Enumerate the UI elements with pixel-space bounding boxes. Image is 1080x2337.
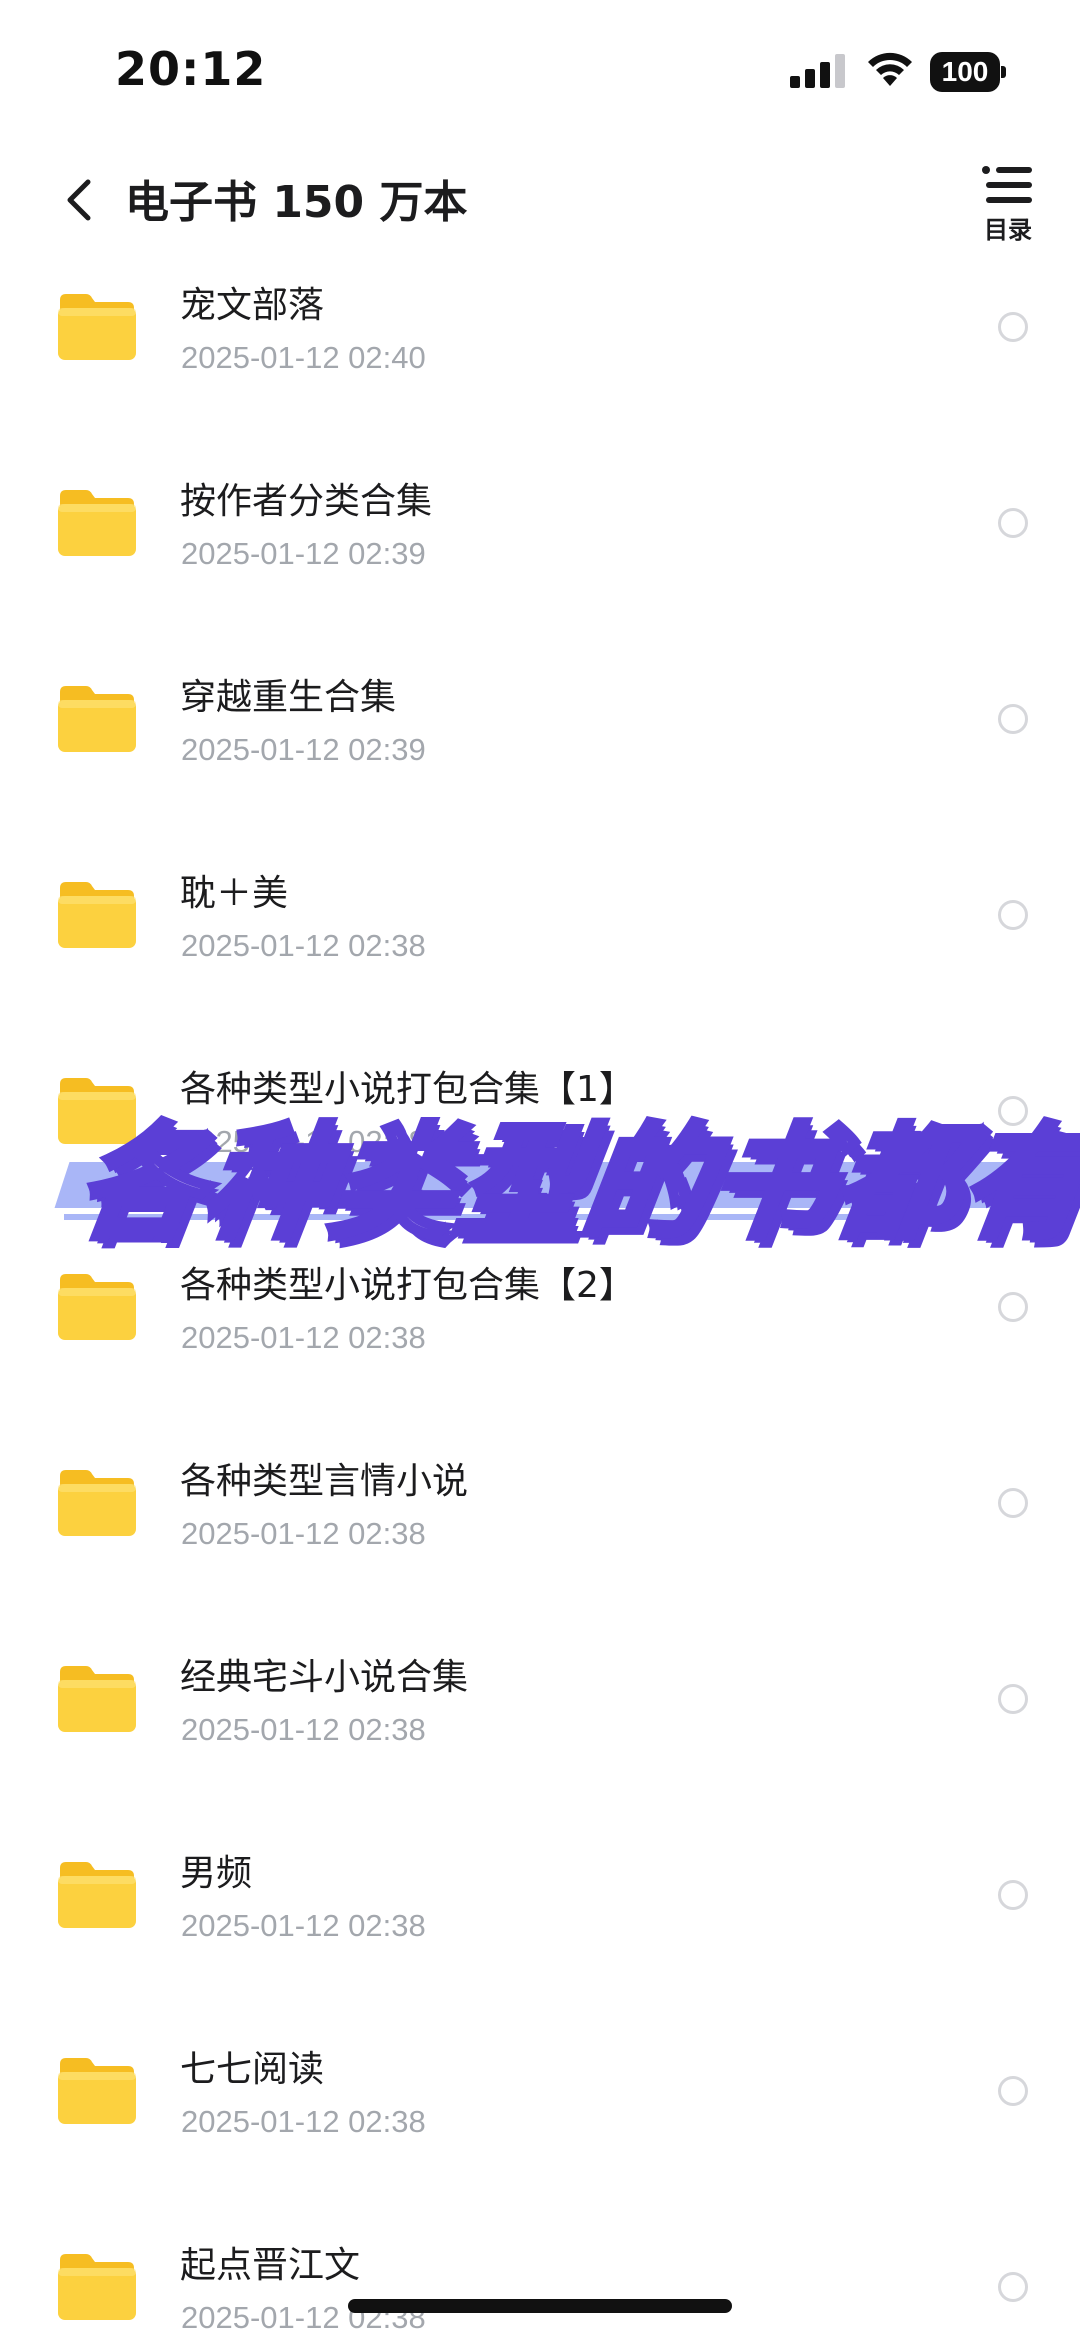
wifi-icon	[868, 52, 912, 86]
item-date: 2025-01-12 02:38	[181, 1516, 426, 1551]
item-date: 2025-01-12 02:38	[181, 1908, 426, 1943]
status-bar: 20:12 100	[0, 0, 1080, 140]
item-date: 2025-01-12 02:39	[181, 732, 426, 767]
item-date: 2025-01-12 02:38	[181, 1320, 426, 1355]
select-radio[interactable]	[998, 1292, 1028, 1322]
select-radio[interactable]	[998, 1880, 1028, 1910]
select-radio[interactable]	[998, 1488, 1028, 1518]
folder-icon	[58, 686, 136, 752]
list-item[interactable]: 经典宅斗小说合集 2025-01-12 02:38	[0, 1602, 1080, 1798]
item-date: 2025-01-12 02:39	[181, 536, 426, 571]
item-name: 各种类型小说打包合集【2】	[180, 1265, 635, 1306]
folder-icon	[58, 2058, 136, 2124]
list-item[interactable]: 男频 2025-01-12 02:38	[0, 1798, 1080, 1994]
select-radio[interactable]	[998, 704, 1028, 734]
folder-icon	[58, 1470, 136, 1536]
list-item[interactable]: 各种类型小说打包合集【2】 2025-01-12 02:38	[0, 1210, 1080, 1406]
list-item[interactable]: 各种类型言情小说 2025-01-12 02:38	[0, 1406, 1080, 1602]
item-date: 2025-01-12 02:40	[181, 340, 426, 375]
folder-icon	[58, 1666, 136, 1732]
list-item[interactable]: 各种类型小说打包合集【1】 2025-01-12 02:38	[0, 1014, 1080, 1210]
item-date: 2025-01-12 02:38	[181, 2104, 426, 2139]
back-button[interactable]	[50, 164, 110, 234]
chevron-left-icon	[67, 179, 91, 221]
list-item[interactable]: 起点晋江文 2025-01-12 02:38	[0, 2190, 1080, 2337]
item-name: 各种类型小说打包合集【1】	[180, 1069, 635, 1110]
item-name: 七七阅读	[180, 2049, 325, 2090]
select-radio[interactable]	[998, 2076, 1028, 2106]
page-title: 电子书 150 万本	[125, 177, 468, 228]
list-item[interactable]: 耽＋美 2025-01-12 02:38	[0, 818, 1080, 1014]
item-date: 2025-01-12 02:38	[181, 1712, 426, 1747]
folder-icon	[58, 490, 136, 556]
folder-icon	[58, 1078, 136, 1144]
select-radio[interactable]	[998, 900, 1028, 930]
item-name: 耽＋美	[180, 873, 289, 914]
select-radio[interactable]	[998, 312, 1028, 342]
item-date: 2025-01-12 02:38	[181, 1124, 426, 1159]
home-indicator	[348, 2299, 732, 2313]
item-name: 经典宅斗小说合集	[180, 1657, 469, 1698]
item-date: 2025-01-12 02:38	[181, 928, 426, 963]
item-name: 穿越重生合集	[180, 677, 397, 718]
list-item[interactable]: 宠文部落 2025-01-12 02:40	[0, 230, 1080, 426]
cellular-signal-icon	[790, 54, 845, 88]
battery-level: 100	[930, 52, 1000, 92]
folder-icon	[58, 882, 136, 948]
item-name: 起点晋江文	[180, 2245, 361, 2286]
folder-icon	[58, 2254, 136, 2320]
select-radio[interactable]	[998, 2272, 1028, 2302]
battery-icon: 100	[930, 52, 1006, 92]
folder-icon	[58, 294, 136, 360]
item-name: 男频	[180, 1853, 253, 1894]
list-item[interactable]: 七七阅读 2025-01-12 02:38	[0, 1994, 1080, 2190]
item-name: 各种类型言情小说	[180, 1461, 469, 1502]
item-name: 宠文部落	[180, 285, 325, 326]
list-icon	[982, 166, 1032, 203]
status-time: 20:12	[115, 42, 267, 96]
list-item[interactable]: 按作者分类合集 2025-01-12 02:39	[0, 426, 1080, 622]
folder-icon	[58, 1862, 136, 1928]
list-item[interactable]: 穿越重生合集 2025-01-12 02:39	[0, 622, 1080, 818]
item-name: 按作者分类合集	[180, 481, 433, 522]
select-radio[interactable]	[998, 508, 1028, 538]
select-radio[interactable]	[998, 1684, 1028, 1714]
folder-icon	[58, 1274, 136, 1340]
select-radio[interactable]	[998, 1096, 1028, 1126]
